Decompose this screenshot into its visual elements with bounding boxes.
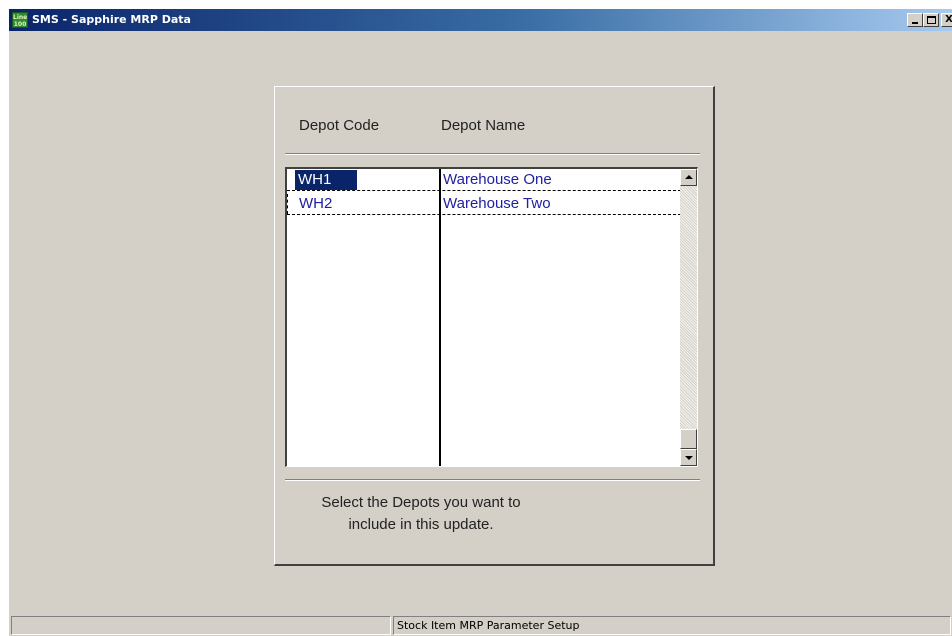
window-title: SMS - Sapphire MRP Data [32,13,191,26]
close-button[interactable]: X [941,13,952,27]
depot-listbox[interactable]: WH1 Warehouse One WH2 Warehouse Two [285,167,698,467]
arrow-up-icon [685,175,693,179]
maximize-icon [927,16,936,24]
close-icon: X [945,14,952,25]
maximize-button[interactable] [923,13,939,27]
title-bar[interactable]: Line 100 SMS - Sapphire MRP Data X [9,9,952,31]
arrow-down-icon [685,456,693,460]
status-text: Stock Item MRP Parameter Setup [397,619,580,632]
status-pane-right: Stock Item MRP Parameter Setup [393,616,951,635]
instruction-text: Select the Depots you want to include in… [275,492,555,536]
scroll-up-button[interactable] [680,169,697,186]
instruction-line-2: include in this update. [348,516,494,533]
column-header-depot-name: Depot Name [441,117,526,134]
depot-name-cell[interactable]: Warehouse One [443,170,552,190]
scroll-thumb[interactable] [680,429,697,449]
vertical-scrollbar[interactable] [680,169,697,466]
header-divider [285,153,700,155]
status-bar: Stock Item MRP Parameter Setup [9,613,952,636]
app-window: Line 100 SMS - Sapphire MRP Data X Depot … [8,8,952,636]
status-pane-left [11,616,391,635]
depot-code-cell[interactable]: WH2 [287,194,335,214]
list-item[interactable]: WH2 Warehouse Two [287,193,681,215]
footer-divider [285,479,700,481]
depot-name-cell[interactable]: Warehouse Two [443,194,551,214]
minimize-button[interactable] [907,13,923,27]
scroll-down-button[interactable] [680,449,697,466]
column-header-depot-code: Depot Code [299,117,380,134]
minimize-icon [912,22,918,24]
list-item[interactable]: WH1 Warehouse One [287,169,681,191]
instruction-line-1: Select the Depots you want to [321,494,521,511]
app-icon[interactable]: Line 100 [12,12,28,28]
depot-code-cell[interactable]: WH1 [295,170,357,190]
depot-selection-panel: Depot Code Depot Name WH1 Warehouse One … [274,86,715,566]
